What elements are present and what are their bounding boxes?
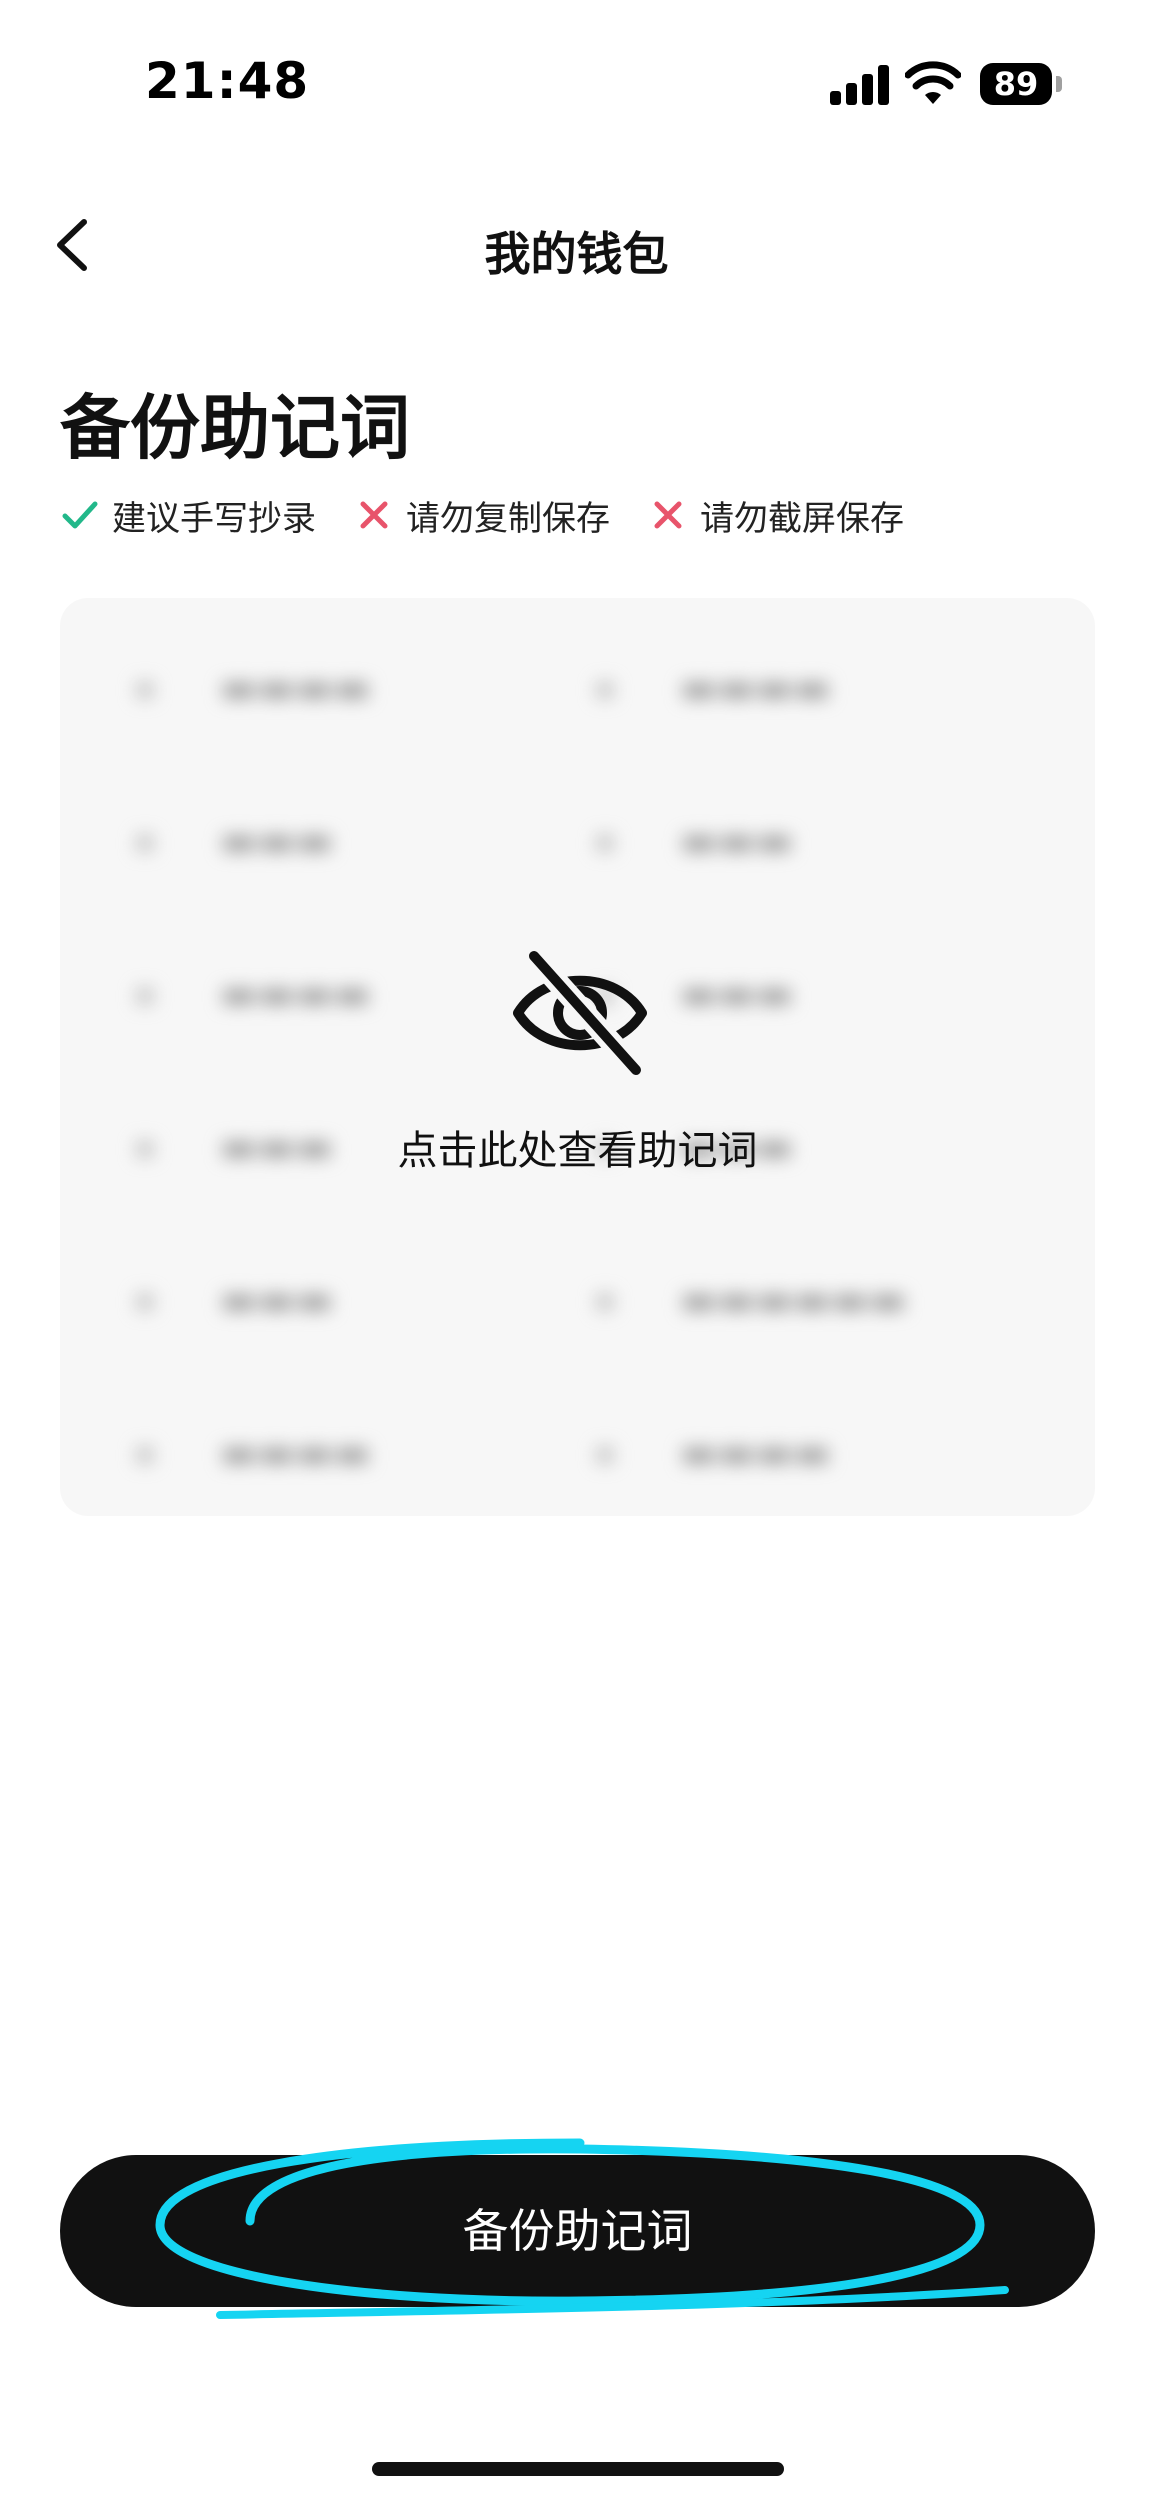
nav-bar: 我的钱包 — [0, 190, 1153, 300]
backup-mnemonic-button[interactable]: 备份助记词 — [60, 2155, 1095, 2307]
wifi-icon — [905, 61, 961, 104]
tip-no-screenshot: 请勿截屏保存 — [648, 491, 904, 540]
tip-text: 建议手写抄录 — [112, 498, 316, 539]
nav-title: 我的钱包 — [484, 227, 669, 281]
backup-tips: 建议手写抄录 请勿复制保存 请勿截屏保存 — [60, 490, 942, 540]
status-bar: 21:48 89 — [0, 0, 1153, 170]
cellular-signal-icon — [830, 65, 890, 105]
status-time: 21:48 — [145, 52, 310, 110]
eye-off-icon — [513, 948, 647, 1078]
page-heading: 备份助记词 — [60, 387, 410, 469]
home-indicator — [372, 2462, 784, 2476]
cross-icon — [360, 501, 388, 529]
mnemonic-card[interactable]: ▪ ▬▬▬▬ ▪ ▬▬▬▬ ▪ ▬▬▬ ▪ ▬▬▬ ▪ ▬▬▬▬ ▪ ▬▬▬ ▪ ▬▬▬ ▪ ▬… — [60, 598, 1095, 1516]
tip-handwrite: 建议手写抄录 — [60, 491, 316, 540]
cross-icon — [654, 501, 682, 529]
battery-icon: 89 — [980, 63, 1052, 105]
reveal-mnemonic-area[interactable]: 点击此处查看助记词 — [60, 598, 1095, 1516]
tip-no-copy: 请勿复制保存 — [354, 491, 610, 540]
check-icon — [62, 501, 98, 529]
reveal-prompt: 点击此处查看助记词 — [397, 1128, 758, 1174]
tip-text: 请勿复制保存 — [406, 498, 610, 539]
battery-tip — [1056, 76, 1062, 92]
battery-level: 89 — [993, 65, 1039, 103]
tip-text: 请勿截屏保存 — [700, 498, 904, 539]
